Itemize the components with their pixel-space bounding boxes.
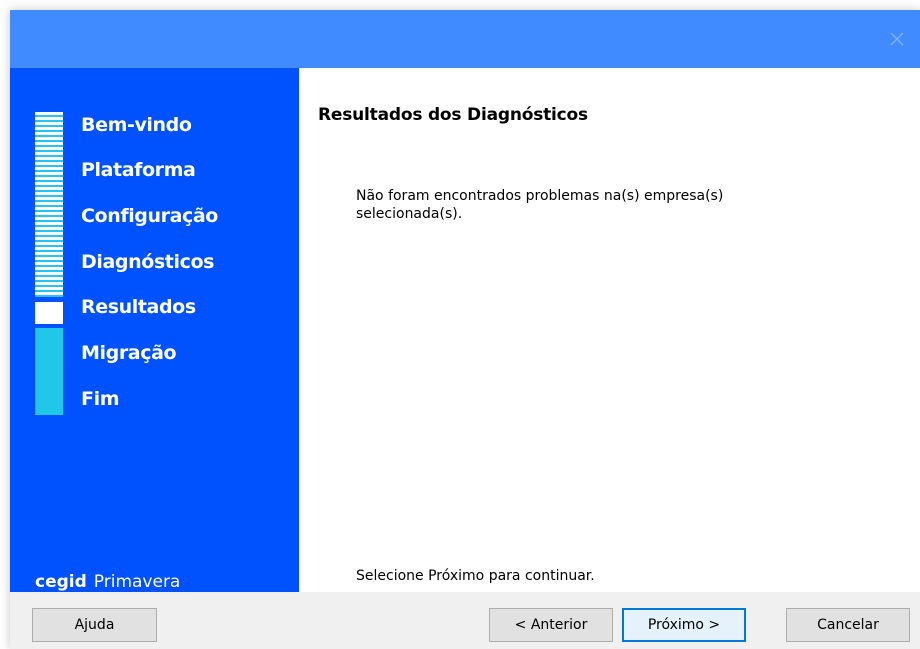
wizard-window: Bem-vindo Plataforma Configuração Diagnó… xyxy=(10,10,920,649)
close-icon xyxy=(890,32,904,46)
back-button[interactable]: < Anterior xyxy=(489,608,613,642)
step-resultados: Resultados xyxy=(81,296,196,318)
step-migracao: Migração xyxy=(81,342,177,364)
next-button[interactable]: Próximo > xyxy=(622,608,746,642)
step-fim: Fim xyxy=(81,388,120,410)
progress-current-segment xyxy=(35,302,63,324)
progress-pending-segment xyxy=(35,328,63,415)
wizard-content: Resultados dos Diagnósticos Não foram en… xyxy=(299,68,920,592)
continue-hint: Selecione Próximo para continuar. xyxy=(356,568,595,584)
cancel-button[interactable]: Cancelar xyxy=(786,608,910,642)
brand-logo: cegid Primavera xyxy=(35,572,180,592)
help-button[interactable]: Ajuda xyxy=(32,608,157,642)
step-plataforma: Plataforma xyxy=(81,159,196,181)
title-bar xyxy=(10,10,920,68)
step-diagnosticos: Diagnósticos xyxy=(81,251,215,273)
results-message: Não foram encontrados problemas na(s) em… xyxy=(356,188,724,222)
step-bem-vindo: Bem-vindo xyxy=(81,114,192,136)
wizard-sidebar: Bem-vindo Plataforma Configuração Diagnó… xyxy=(10,68,299,592)
button-bar: Ajuda < Anterior Próximo > Cancelar xyxy=(10,592,920,649)
close-button[interactable] xyxy=(874,10,920,68)
brand-product: Primavera xyxy=(93,572,181,592)
progress-completed-segment xyxy=(35,112,63,297)
page-title: Resultados dos Diagnósticos xyxy=(318,105,588,125)
brand-name: cegid xyxy=(35,572,87,592)
step-configuracao: Configuração xyxy=(81,205,218,227)
step-progress-bar xyxy=(35,112,63,415)
